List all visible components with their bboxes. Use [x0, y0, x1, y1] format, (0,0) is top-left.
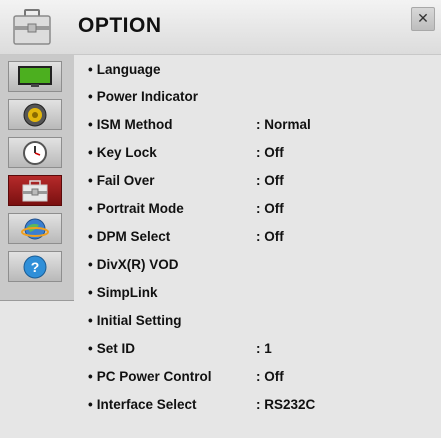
menu-item-initial-setting[interactable]: Initial Setting	[74, 309, 441, 333]
menu-item-interface-select[interactable]: Interface Select RS232C	[74, 393, 441, 417]
menu-item-label: Initial Setting	[88, 313, 182, 328]
option-list: Language Power Indicator ISM Method Norm…	[74, 55, 441, 438]
menu-item-key-lock[interactable]: Key Lock Off	[74, 141, 441, 165]
menu-item-dpm-select[interactable]: DPM Select Off	[74, 225, 441, 249]
sidebar-item-support[interactable]: ?	[8, 251, 62, 282]
menu-item-label: DPM Select	[88, 229, 171, 244]
menu-item-portrait-mode[interactable]: Portrait Mode Off	[74, 197, 441, 221]
menu-item-label: SimpLink	[88, 285, 158, 300]
close-button[interactable]: ✕	[411, 7, 435, 31]
menu-item-label: Fail Over	[88, 173, 155, 188]
menu-item-value: 1	[256, 341, 272, 356]
speaker-icon	[23, 103, 47, 126]
help-icon: ?	[23, 255, 47, 278]
menu-item-label: Portrait Mode	[88, 201, 184, 216]
menu-item-value: Off	[256, 229, 284, 244]
menu-item-language[interactable]: Language	[74, 58, 441, 82]
menu-item-label: PC Power Control	[88, 369, 212, 384]
menu-header: OPTION ✕	[0, 0, 441, 55]
menu-item-label: Power Indicator	[88, 89, 198, 104]
menu-item-label: ISM Method	[88, 117, 173, 132]
menu-item-label: Interface Select	[88, 397, 197, 412]
menu-item-label: Set ID	[88, 341, 135, 356]
menu-item-value: Off	[256, 145, 284, 160]
menu-item-value: Off	[256, 369, 284, 384]
sidebar-item-audio[interactable]	[8, 99, 62, 130]
globe-network-icon	[21, 218, 49, 239]
svg-text:?: ?	[31, 259, 40, 275]
toolbox-option-icon	[22, 179, 48, 201]
option-menu-window: OPTION ✕ ? • Language • Power Indicator …	[0, 0, 441, 438]
sidebar-item-time[interactable]	[8, 137, 62, 168]
menu-item-pc-power-control[interactable]: PC Power Control Off	[74, 365, 441, 389]
menu-item-label: Language	[88, 62, 161, 77]
menu-item-power-indicator[interactable]: Power Indicator	[74, 85, 441, 109]
menu-item-value: RS232C	[256, 397, 315, 412]
menu-item-set-id[interactable]: Set ID 1	[74, 337, 441, 361]
sidebar-item-option[interactable]	[8, 175, 62, 206]
menu-item-label: Key Lock	[88, 145, 157, 160]
menu-item-value: Off	[256, 201, 284, 216]
page-title: OPTION	[78, 14, 162, 37]
menu-item-simplink[interactable]: SimpLink	[74, 281, 441, 305]
menu-item-divx-vod[interactable]: DivX(R) VOD	[74, 253, 441, 277]
menu-item-value: Off	[256, 173, 284, 188]
sidebar-item-network[interactable]	[8, 213, 62, 244]
category-sidebar: ?	[0, 55, 75, 301]
toolbox-icon	[13, 9, 51, 45]
menu-item-fail-over[interactable]: Fail Over Off	[74, 169, 441, 193]
menu-item-value: Normal	[256, 117, 311, 132]
sidebar-item-picture[interactable]	[8, 61, 62, 92]
menu-item-ism-method[interactable]: ISM Method Normal	[74, 113, 441, 137]
tv-picture-icon	[18, 65, 52, 87]
clock-icon	[23, 140, 47, 165]
menu-item-label: DivX(R) VOD	[88, 257, 179, 272]
